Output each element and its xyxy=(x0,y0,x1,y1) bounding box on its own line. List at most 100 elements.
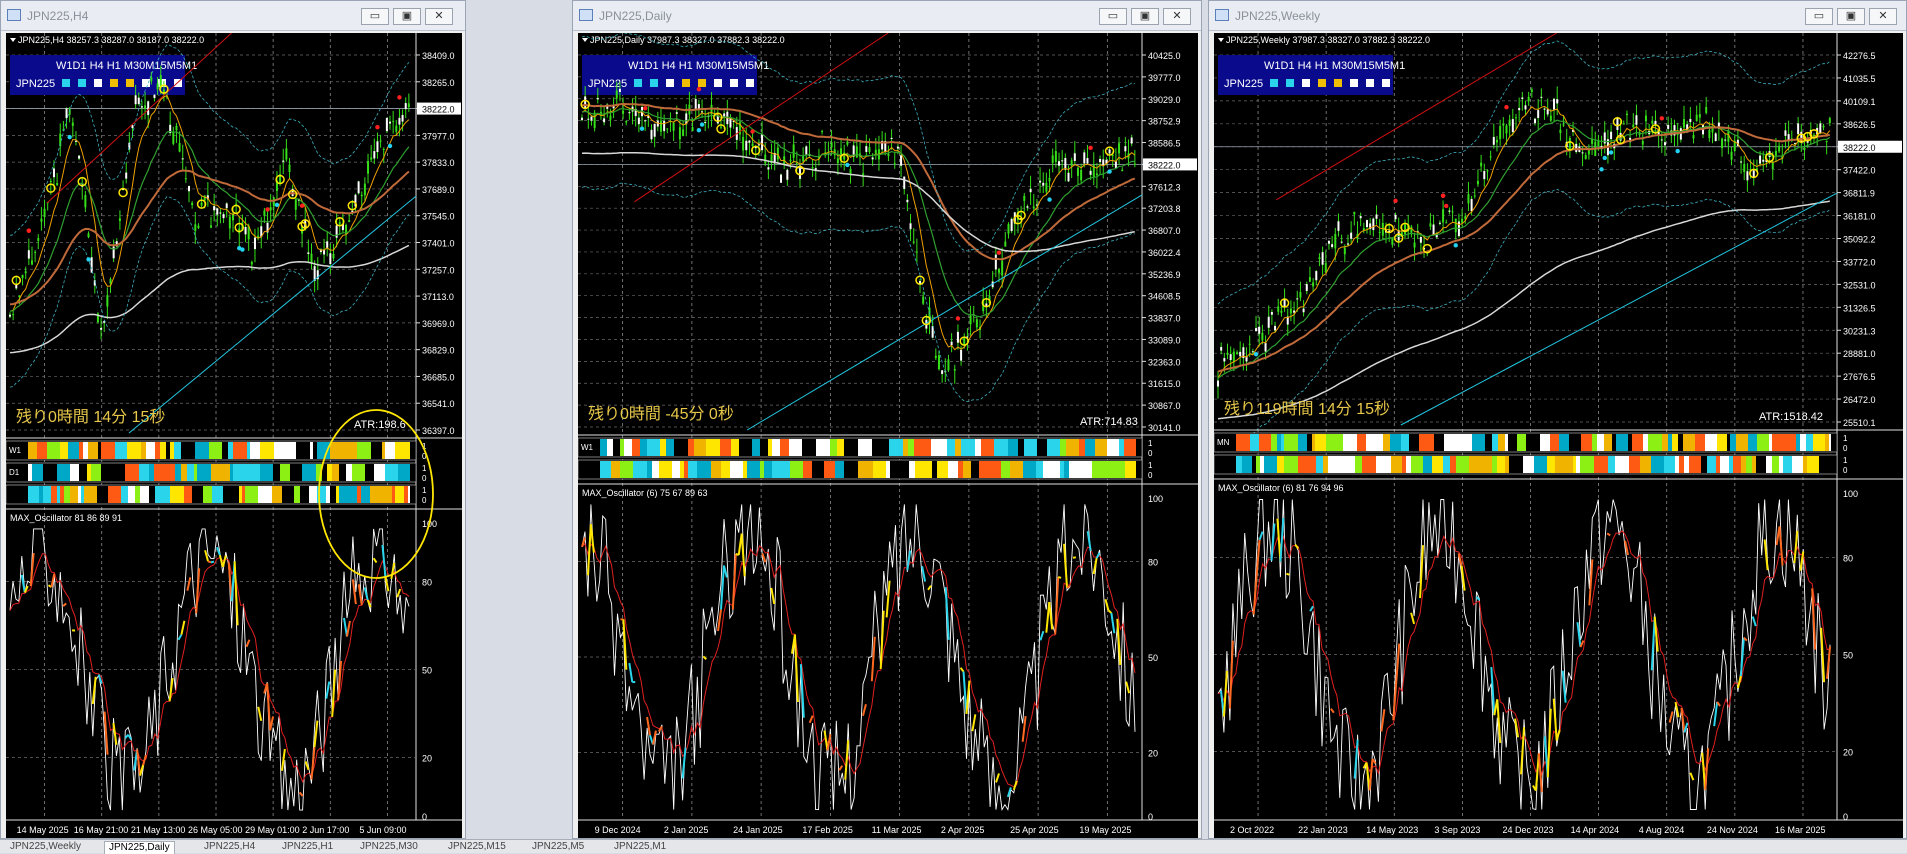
color-band-segment xyxy=(361,486,370,503)
color-band-segment xyxy=(1124,439,1136,456)
candle-body xyxy=(1360,216,1362,218)
color-band-segment xyxy=(975,439,981,456)
low-dot-marker xyxy=(640,126,644,130)
candle-body xyxy=(1331,244,1333,247)
color-band-segment xyxy=(332,464,339,481)
timeframe-status-square xyxy=(1302,79,1310,87)
color-band-segment xyxy=(1733,456,1741,473)
candle-body xyxy=(767,167,769,169)
close-button[interactable]: ✕ xyxy=(1869,8,1897,25)
candle-body xyxy=(1509,120,1511,126)
color-band-segment xyxy=(339,464,346,481)
low-dot-marker xyxy=(1454,243,1458,247)
candle-body xyxy=(226,203,228,208)
chart-area[interactable]: 2 Oct 202222 Jan 202314 May 20233 Sep 20… xyxy=(1214,33,1903,838)
low-dot-marker xyxy=(240,247,244,251)
color-band-segment xyxy=(344,442,357,459)
color-band-segment xyxy=(60,442,68,459)
color-band-segment xyxy=(1284,434,1298,451)
remaining-time-label: 残り0時間 14分 15秒 xyxy=(16,408,165,426)
minimize-button[interactable]: ▭ xyxy=(1805,8,1833,25)
color-band-segment xyxy=(230,464,233,481)
candle-body xyxy=(1131,137,1133,143)
chart-window-daily[interactable]: JPN225,Daily ▭ ▣ ✕ 9 Dec 20242 Jan 20252… xyxy=(572,0,1202,839)
color-band-segment xyxy=(1547,456,1555,473)
maximize-button[interactable]: ▣ xyxy=(1837,8,1865,25)
maximize-button[interactable]: ▣ xyxy=(393,8,421,25)
window-titlebar[interactable]: JPN225,Daily ▭ ▣ ✕ xyxy=(573,1,1201,31)
close-button[interactable]: ✕ xyxy=(1163,8,1191,25)
color-band-segment xyxy=(1250,434,1259,451)
color-band-segment xyxy=(706,439,709,456)
candle-body xyxy=(402,115,404,122)
candle-body xyxy=(91,257,93,272)
color-band-segment xyxy=(1608,456,1615,473)
candle-body xyxy=(323,250,325,254)
minimize-button[interactable]: ▭ xyxy=(361,8,389,25)
minimize-button[interactable]: ▭ xyxy=(1099,8,1127,25)
remaining-time-label: 残り0時間 -45分 0秒 xyxy=(588,405,734,423)
color-band-segment xyxy=(310,442,313,459)
chart-tab[interactable]: JPN225,H1 xyxy=(278,841,337,854)
color-band-segment xyxy=(1036,461,1043,478)
oscillator-signal-segment xyxy=(1126,682,1129,694)
candle-body xyxy=(748,141,750,143)
color-band-segment xyxy=(1342,456,1355,473)
color-band-segment xyxy=(174,442,181,459)
candle-body xyxy=(894,163,896,164)
candle-body xyxy=(1448,211,1450,212)
current-price-label: 38222.0 xyxy=(1843,143,1876,153)
color-band-segment xyxy=(1043,461,1048,478)
candle-body xyxy=(837,158,839,163)
color-band-segment xyxy=(1472,434,1485,451)
color-band-segment xyxy=(1604,434,1612,451)
color-band-segment xyxy=(222,442,228,459)
candle-body xyxy=(903,177,905,189)
current-price-label: 38222.0 xyxy=(422,105,455,115)
close-button[interactable]: ✕ xyxy=(425,8,453,25)
color-band-segment xyxy=(166,442,170,459)
color-band-segment xyxy=(1752,434,1757,451)
oscillator-axis-label: 0 xyxy=(422,812,427,822)
candle-body xyxy=(957,332,959,343)
price-axis-label: 35092.2 xyxy=(1843,235,1876,245)
color-band-segment xyxy=(139,464,149,481)
maximize-button[interactable]: ▣ xyxy=(1131,8,1159,25)
color-band-segment xyxy=(1315,434,1326,451)
color-band-segment xyxy=(1277,456,1284,473)
chart-area[interactable]: 14 May 202516 May 21:0021 May 13:0026 Ma… xyxy=(6,33,462,838)
window-titlebar[interactable]: JPN225,H4 ▭ ▣ ✕ xyxy=(1,1,465,31)
window-titlebar[interactable]: JPN225,Weekly ▭ ▣ ✕ xyxy=(1209,1,1906,31)
band-label: D1 xyxy=(9,468,20,477)
color-band-segment xyxy=(194,464,197,481)
candle-body xyxy=(831,143,833,147)
chart-tab[interactable]: JPN225,Weekly xyxy=(6,841,85,854)
oscillator-signal-segment xyxy=(771,588,774,604)
chart-tab[interactable]: JPN225,Daily xyxy=(104,841,175,854)
color-band-segment xyxy=(1509,456,1523,473)
candle-body xyxy=(1001,261,1003,276)
color-band-segment xyxy=(694,439,706,456)
color-band-segment xyxy=(764,461,772,478)
candle-body xyxy=(9,315,11,317)
oscillator-signal-segment xyxy=(374,558,377,562)
chart-tab[interactable]: JPN225,M15 xyxy=(444,841,510,854)
chart-tab[interactable]: JPN225,M30 xyxy=(356,841,422,854)
price-axis-label: 38586.5 xyxy=(1148,139,1181,149)
oscillator-signal-segment xyxy=(1111,613,1114,633)
chart-area[interactable]: 9 Dec 20242 Jan 202524 Jan 202517 Feb 20… xyxy=(578,33,1198,838)
candle-body xyxy=(1439,223,1441,224)
low-dot-marker xyxy=(1675,149,1679,153)
color-band-segment xyxy=(127,442,141,459)
chart-tab[interactable]: JPN225,M5 xyxy=(528,841,588,854)
color-band-segment xyxy=(1683,434,1695,451)
candle-body xyxy=(1398,230,1400,240)
time-axis-label: 25 Apr 2025 xyxy=(1010,825,1059,835)
chart-tab[interactable]: JPN225,H4 xyxy=(200,841,259,854)
chart-window-h4[interactable]: JPN225,H4 ▭ ▣ ✕ 14 May 202516 May 21:002… xyxy=(0,0,466,839)
color-band-segment xyxy=(1373,434,1383,451)
chart-tab[interactable]: JPN225,M1 xyxy=(610,841,670,854)
band-label: MN xyxy=(1217,438,1230,447)
chart-window-weekly[interactable]: JPN225,Weekly ▭ ▣ ✕ 2 Oct 202222 Jan 202… xyxy=(1208,0,1907,839)
candle-body xyxy=(1255,328,1257,331)
